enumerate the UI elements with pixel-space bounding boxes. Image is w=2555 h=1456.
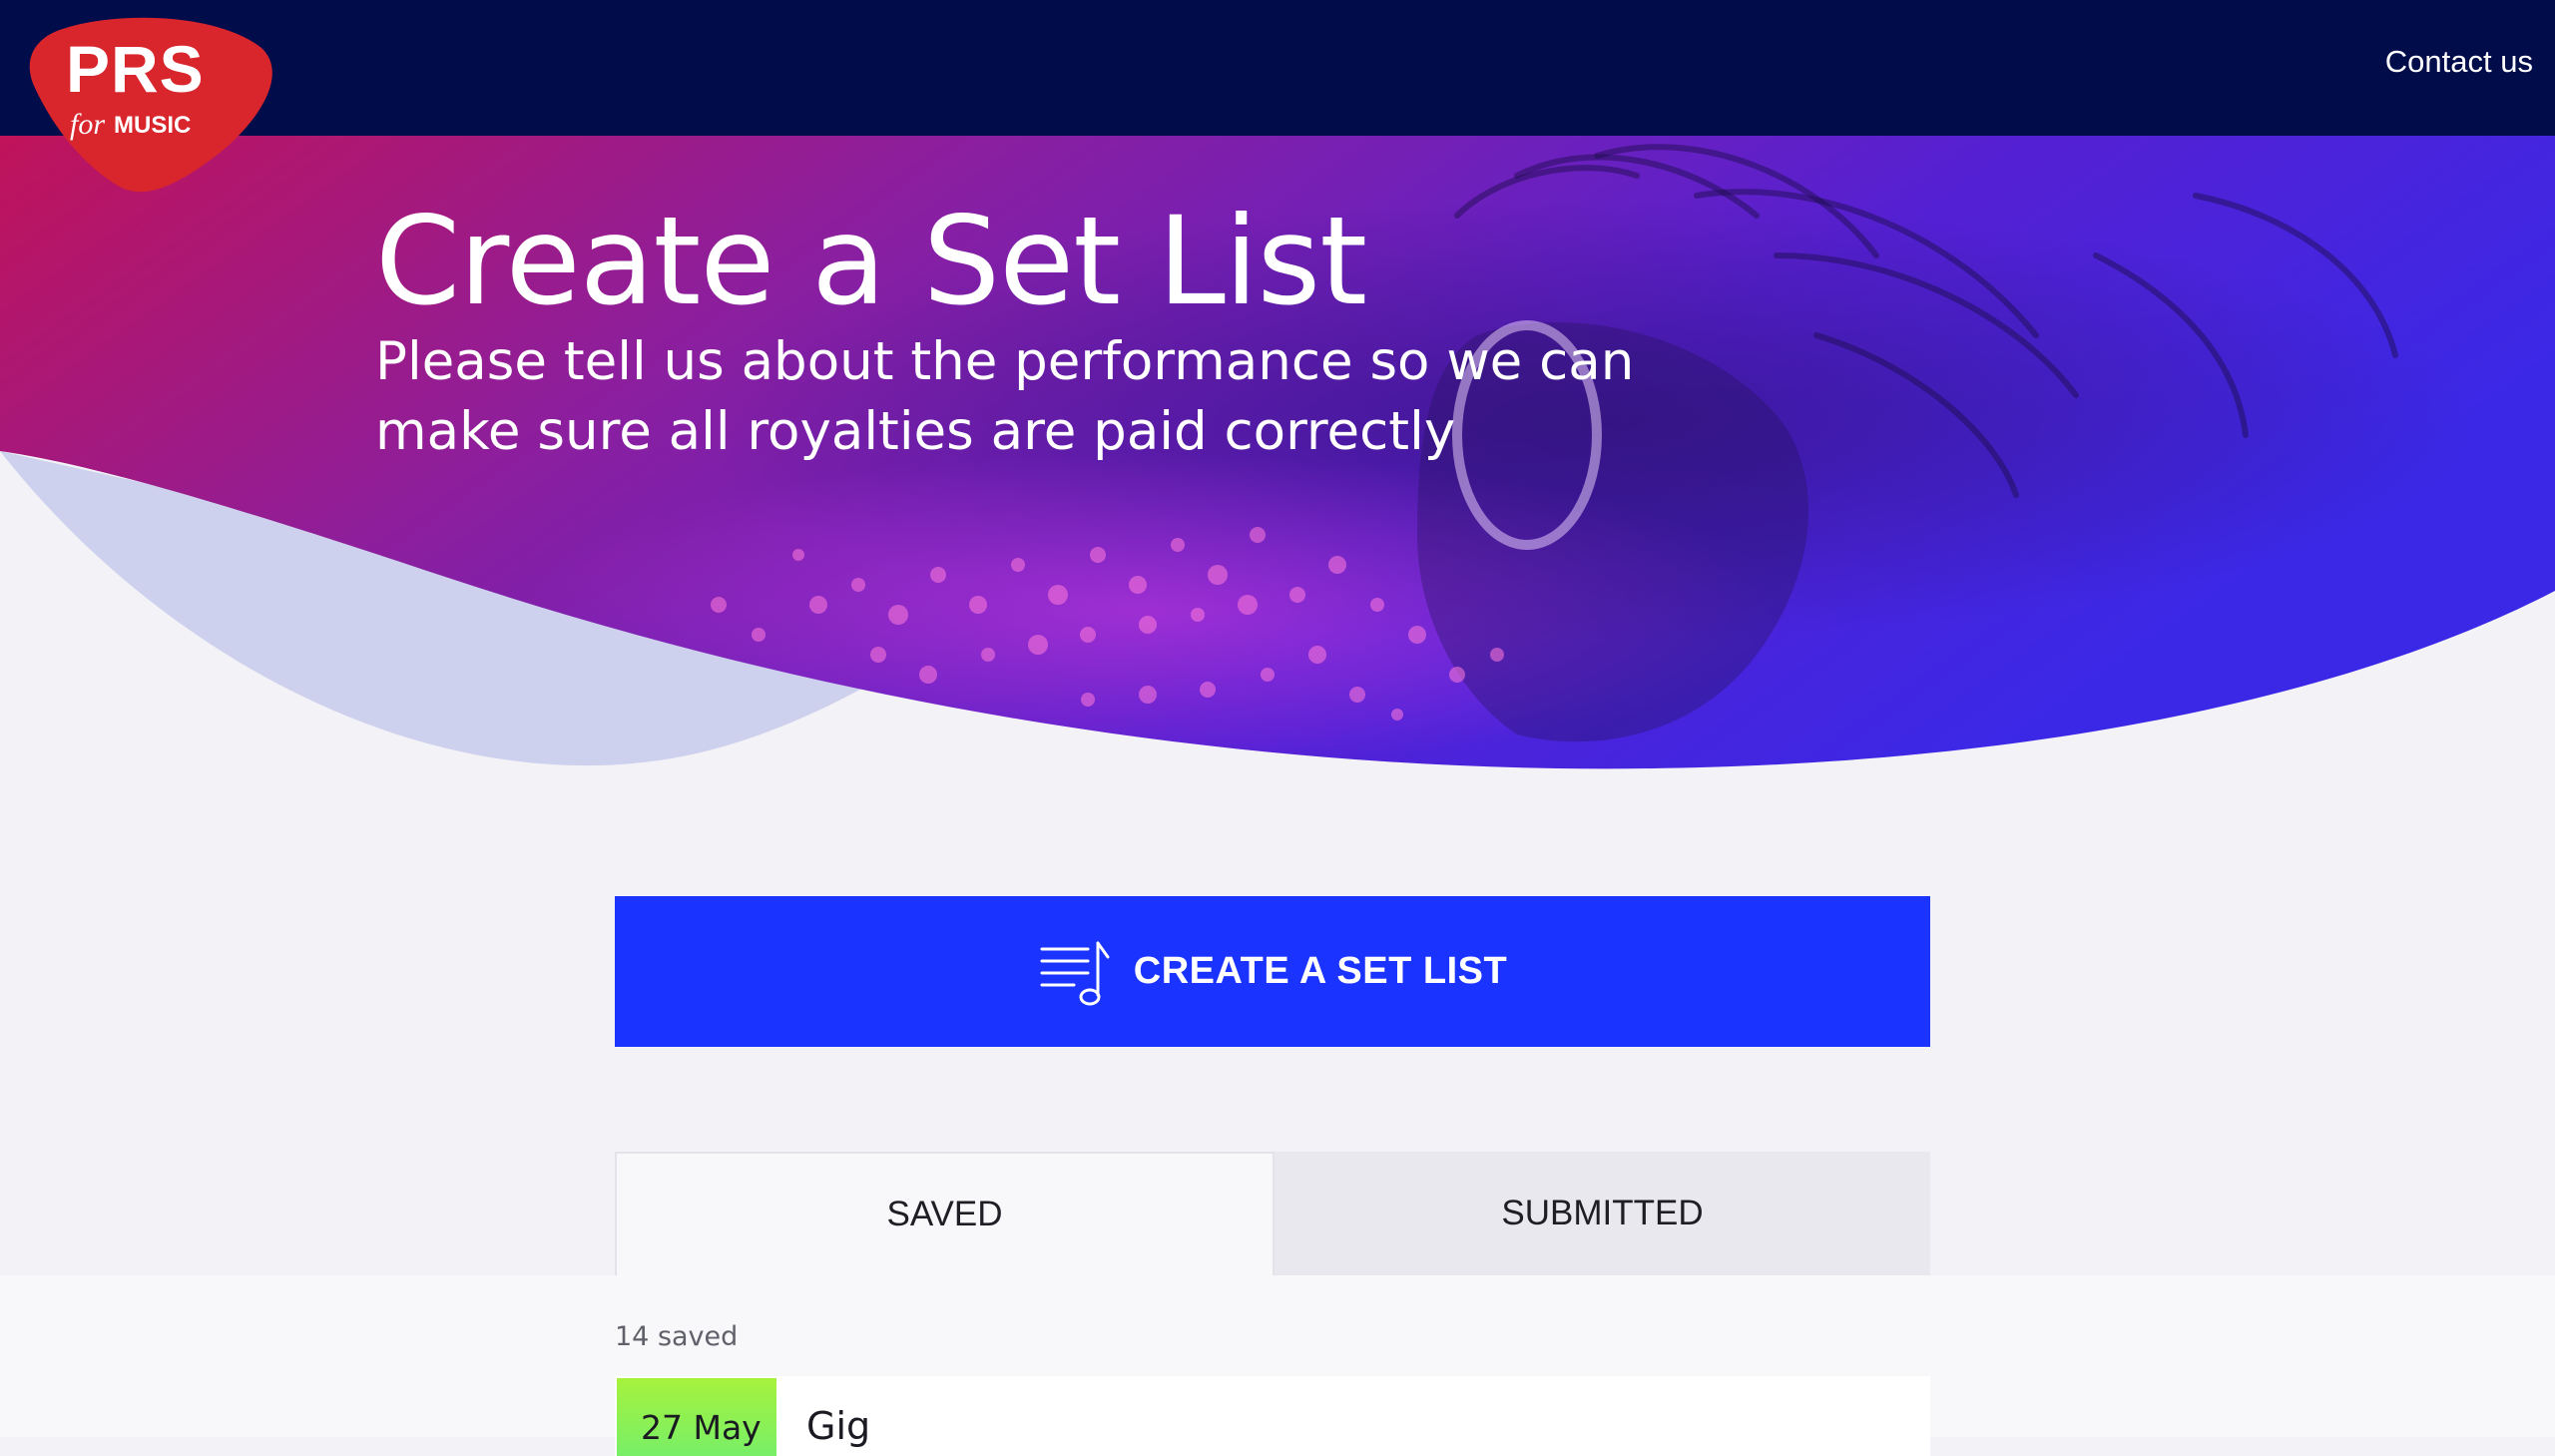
prs-for-music-logo[interactable]: PRS for MUSIC	[26, 14, 275, 194]
date-badge: 27 May	[617, 1378, 776, 1456]
page-subtitle: Please tell us about the performance so …	[375, 331, 1635, 463]
set-list-tabs: SAVED SUBMITTED	[615, 1152, 1930, 1275]
item-date: 27 May	[641, 1408, 762, 1447]
contact-us-link[interactable]: Contact us	[2385, 44, 2533, 80]
music-list-icon	[1040, 941, 1110, 1005]
saved-count: 14 saved	[615, 1321, 739, 1352]
create-set-list-label: CREATE A SET LIST	[1133, 950, 1508, 992]
item-title: Gig	[806, 1404, 871, 1448]
hero-text: Create a Set List Please tell us about t…	[375, 198, 1673, 467]
hero-banner: Create a Set List Please tell us about t…	[0, 136, 2555, 794]
logo-prs-text: PRS	[66, 32, 205, 106]
create-set-list-button[interactable]: CREATE A SET LIST	[615, 896, 1930, 1047]
tab-submitted[interactable]: SUBMITTED	[1275, 1152, 1930, 1275]
top-nav-bar: Contact us	[0, 0, 2555, 136]
logo-for-text: for	[70, 108, 106, 141]
tab-saved[interactable]: SAVED	[615, 1152, 1275, 1275]
logo-music-text: MUSIC	[114, 112, 192, 139]
list-item[interactable]: 27 May Gig	[615, 1376, 1930, 1456]
saved-list-panel: 14 saved 27 May Gig	[0, 1275, 2555, 1456]
page-title: Create a Set List	[375, 191, 1367, 332]
